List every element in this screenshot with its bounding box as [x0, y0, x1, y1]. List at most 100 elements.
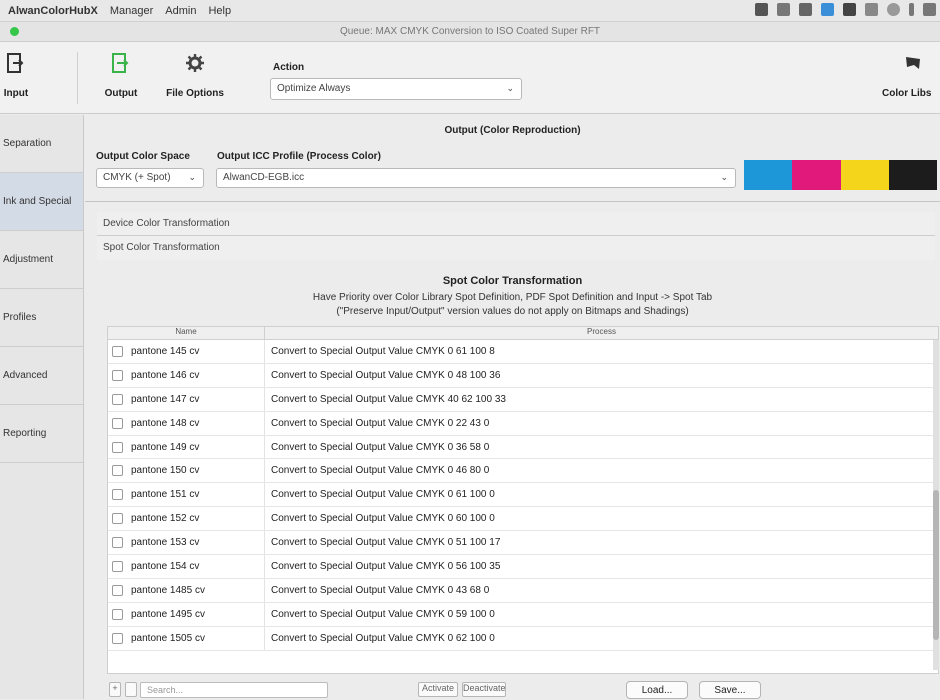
tray-dropbox-icon[interactable] [843, 3, 856, 16]
color-libs-toolbar-button[interactable]: Color Libs [878, 48, 940, 108]
spot-name: pantone 1505 cv [131, 632, 205, 644]
row-checkbox[interactable] [112, 417, 123, 429]
table-row[interactable]: pantone 145 cv Convert to Special Output … [108, 340, 938, 364]
table-row[interactable]: pantone 153 cv Convert to Special Output … [108, 531, 938, 556]
row-checkbox[interactable] [112, 584, 123, 596]
table-row[interactable]: pantone 147 cv Convert to Special Output … [108, 387, 938, 412]
sidebar-item-profiles[interactable]: Profiles [0, 289, 83, 347]
row-checkbox[interactable] [112, 345, 123, 357]
sidebar-item-label: Separation [3, 138, 52, 149]
file-options-label: File Options [166, 88, 224, 99]
name-cell: pantone 148 cv [108, 411, 265, 435]
sidebar-item-reporting[interactable]: Reporting [0, 405, 83, 463]
tray-wifi-icon[interactable] [923, 3, 936, 16]
output-toolbar-button[interactable]: Output [91, 48, 151, 108]
sidebar-item-separation[interactable]: Separation [0, 115, 83, 173]
tray-screen-icon[interactable] [865, 3, 878, 16]
spot-name: pantone 1495 cv [131, 608, 205, 620]
name-cell: pantone 153 cv [108, 531, 265, 555]
app-name-menu[interactable]: AlwanColorHubX [8, 5, 98, 17]
table-row[interactable]: pantone 150 cv Convert to Special Output … [108, 459, 938, 484]
table-row[interactable]: pantone 1485 cv Convert to Special Output… [108, 578, 938, 603]
magenta-swatch [792, 160, 841, 190]
table-row[interactable]: pantone 146 cv Convert to Special Output … [108, 363, 938, 388]
row-checkbox[interactable] [112, 513, 123, 525]
spot-name: pantone 149 cv [131, 441, 200, 453]
table-row[interactable]: pantone 149 cv Convert to Special Output … [108, 435, 938, 460]
deactivate-button[interactable]: Deactivate [462, 682, 506, 697]
spot-name: pantone 153 cv [131, 537, 200, 549]
search-input[interactable]: Search... [140, 682, 328, 698]
column-header-name[interactable]: Name [108, 327, 265, 339]
sidebar-item-adjustment[interactable]: Adjustment [0, 231, 83, 289]
row-checkbox[interactable] [112, 441, 123, 453]
row-checkbox[interactable] [112, 369, 123, 381]
process-cell: Convert to Special Output Value CMYK 0 5… [271, 537, 501, 549]
save-button[interactable]: Save... [699, 681, 761, 699]
input-icon [5, 52, 27, 74]
table-row[interactable]: pantone 1505 cv Convert to Special Output… [108, 626, 938, 651]
column-header-process[interactable]: Process [265, 327, 938, 339]
process-cell: Convert to Special Output Value CMYK 0 6… [271, 513, 495, 525]
tray-cloud-icon[interactable] [799, 3, 812, 16]
table-row[interactable]: pantone 1495 cv Convert to Special Output… [108, 602, 938, 627]
output-icon [110, 52, 132, 74]
tray-app-icon[interactable] [755, 3, 768, 16]
black-swatch [888, 160, 937, 190]
row-checkbox[interactable] [112, 489, 123, 501]
sidebar-item-advanced[interactable]: Advanced [0, 347, 83, 405]
table-scrollbar[interactable] [933, 340, 939, 670]
file-options-toolbar-button[interactable]: File Options [165, 48, 225, 108]
load-button[interactable]: Load... [626, 681, 688, 699]
table-row[interactable]: pantone 151 cv Convert to Special Output … [108, 483, 938, 508]
output-icc-profile-value: AlwanCD-EGB.icc [223, 172, 305, 183]
row-checkbox[interactable] [112, 632, 123, 644]
tray-clock-icon[interactable] [887, 3, 900, 16]
row-checkbox[interactable] [112, 560, 123, 572]
sidebar: Separation Ink and Special Adjustment Pr… [0, 115, 84, 699]
chevron-down-icon: ⌄ [720, 172, 728, 182]
menu-bar: AlwanColorHubX Manager Admin Help [0, 0, 940, 22]
name-cell: pantone 154 cv [108, 555, 265, 578]
add-button[interactable]: + [109, 682, 121, 697]
row-checkbox[interactable] [112, 537, 123, 549]
menu-admin[interactable]: Admin [165, 5, 196, 17]
table-row[interactable]: pantone 148 cv Convert to Special Output … [108, 411, 938, 436]
output-color-space-select[interactable]: CMYK (+ Spot) ⌄ [96, 168, 204, 188]
table-row[interactable]: pantone 152 cv Convert to Special Output … [108, 507, 938, 532]
row-checkbox[interactable] [112, 465, 123, 477]
row-checkbox[interactable] [112, 393, 123, 405]
table-body: pantone 145 cv Convert to Special Output … [108, 340, 938, 651]
process-cell: Convert to Special Output Value CMYK 40 … [271, 393, 506, 405]
menu-help[interactable]: Help [208, 5, 231, 17]
row-checkbox[interactable] [112, 608, 123, 620]
window-titlebar: Queue: MAX CMYK Conversion to ISO Coated… [0, 22, 940, 42]
process-cell: Convert to Special Output Value CMYK 0 3… [271, 441, 490, 453]
toolbar-separator [77, 52, 78, 104]
sidebar-item-label: Advanced [3, 370, 48, 381]
window-title: Queue: MAX CMYK Conversion to ISO Coated… [339, 26, 601, 37]
device-color-transformation-header[interactable]: Device Color Transformation [97, 212, 935, 236]
spot-name: pantone 145 cv [131, 345, 200, 357]
activate-button[interactable]: Activate [418, 682, 458, 697]
action-select[interactable]: Optimize Always ⌄ [270, 78, 522, 100]
table-row[interactable]: pantone 154 cv Convert to Special Output … [108, 555, 938, 579]
input-toolbar-button[interactable]: Input [0, 48, 46, 108]
spot-name: pantone 152 cv [131, 513, 200, 525]
tray-bluetooth-icon[interactable] [909, 3, 914, 16]
name-cell: pantone 1495 cv [108, 602, 265, 626]
table-footer: + Search... Activate Deactivate Load... … [85, 680, 940, 700]
menu-manager[interactable]: Manager [110, 5, 153, 17]
sidebar-item-ink-and-special[interactable]: Ink and Special [0, 173, 83, 231]
name-cell: pantone 145 cv [108, 340, 265, 363]
spot-name: pantone 1485 cv [131, 584, 205, 596]
output-color-swatches [744, 160, 937, 190]
sidebar-item-label: Profiles [3, 312, 37, 323]
scrollbar-thumb[interactable] [933, 490, 939, 640]
output-icc-profile-select[interactable]: AlwanCD-EGB.icc ⌄ [216, 168, 736, 188]
tray-sync-icon[interactable] [777, 3, 790, 16]
tray-color-icon[interactable] [821, 3, 834, 16]
sidebar-item-label: Adjustment [3, 254, 54, 265]
remove-button[interactable] [125, 682, 137, 697]
spot-color-transformation-header[interactable]: Spot Color Transformation [97, 236, 935, 260]
